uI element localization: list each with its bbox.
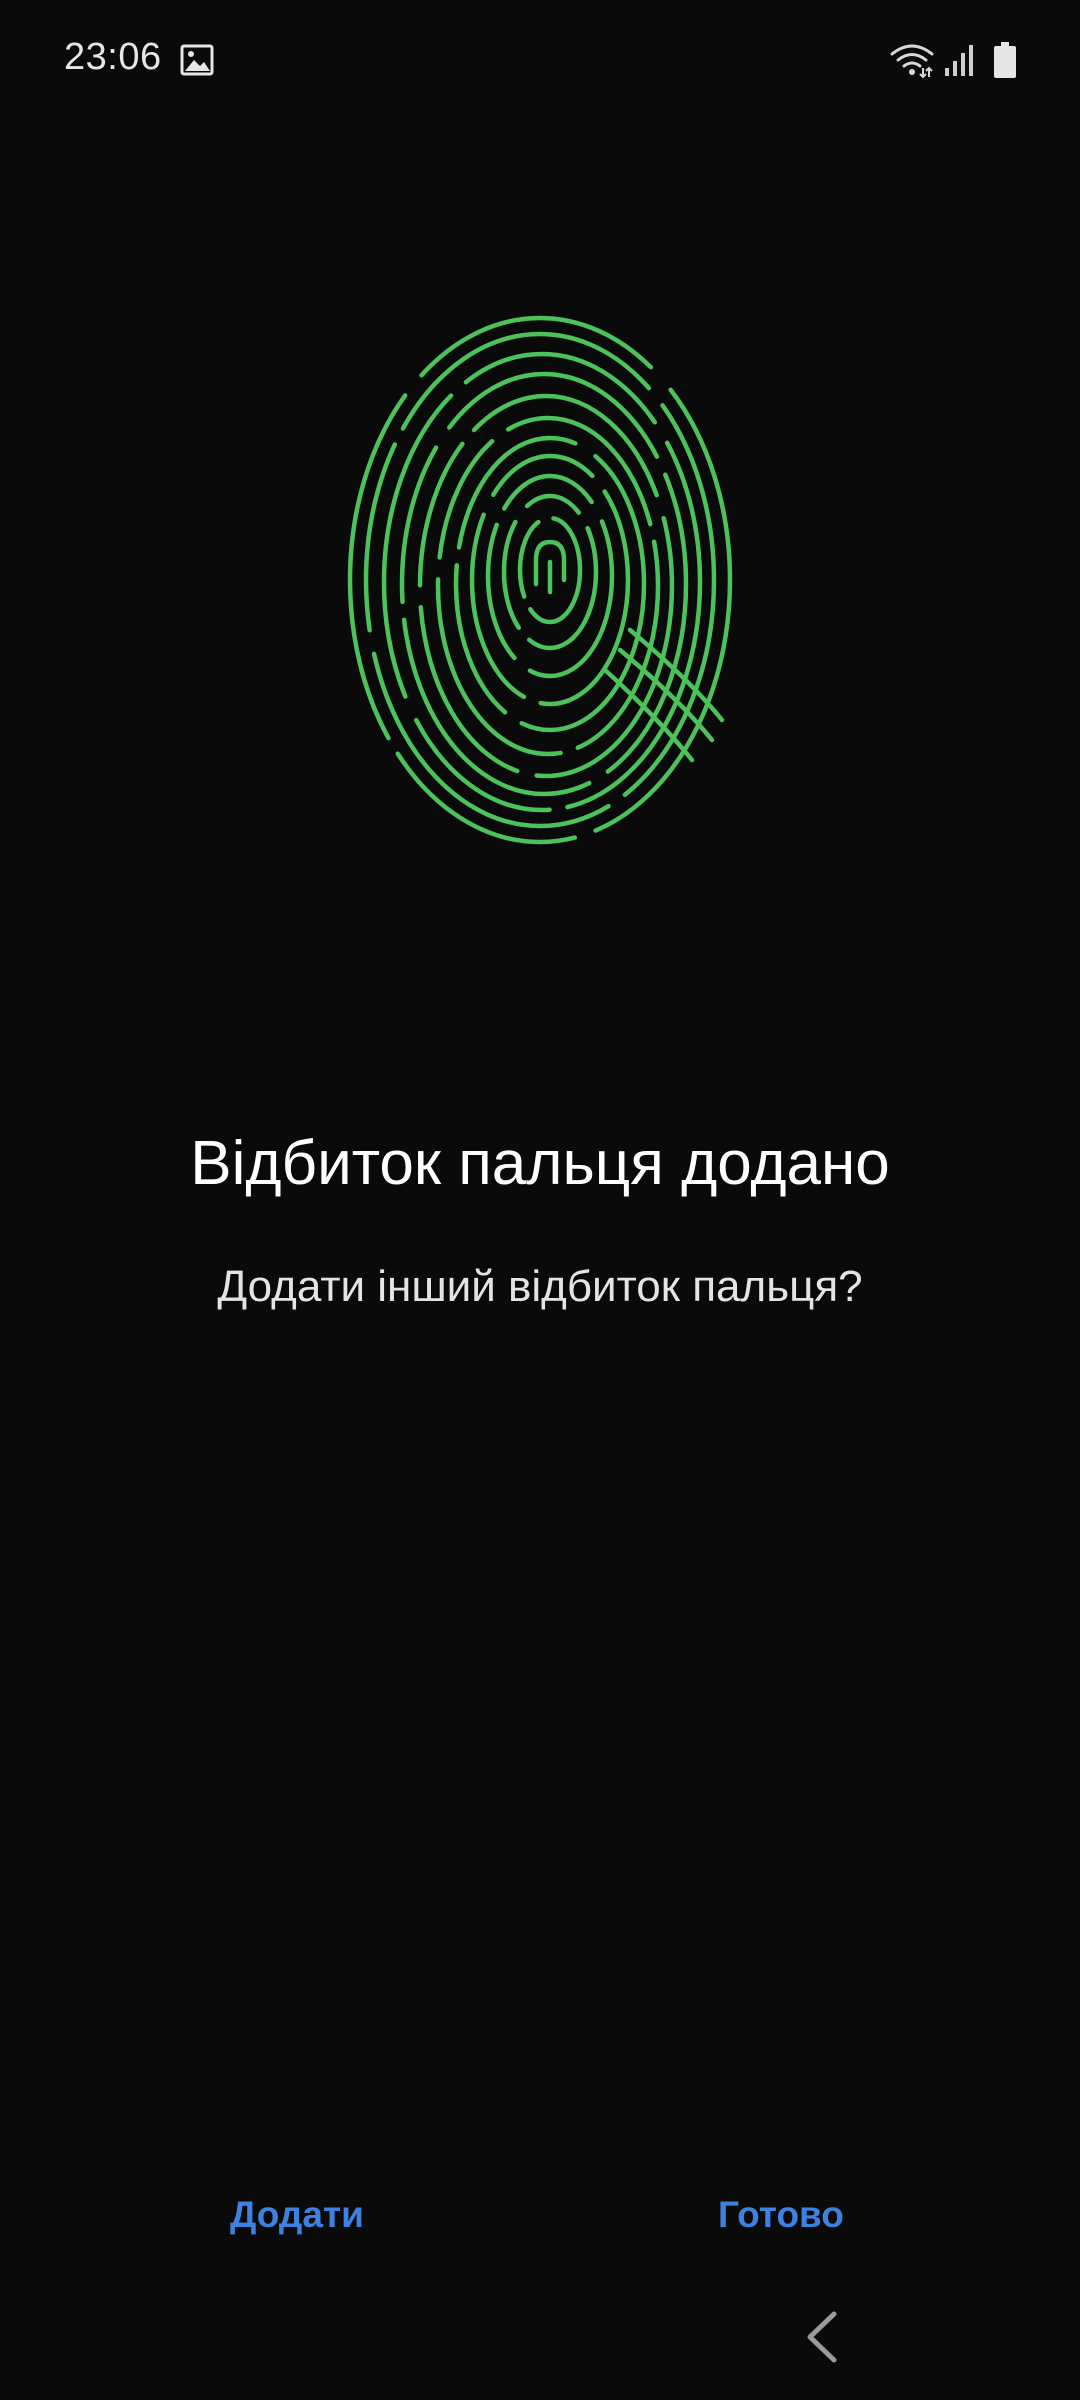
done-button[interactable]: Готово <box>688 2180 874 2250</box>
add-button[interactable]: Додати <box>200 2180 394 2250</box>
gallery-icon <box>180 44 214 76</box>
fingerprint-icon <box>347 315 733 845</box>
wifi-icon <box>890 44 934 78</box>
page-subtitle: Додати інший відбиток пальця? <box>217 1262 863 1311</box>
status-time: 23:06 <box>64 36 162 78</box>
page-title: Відбиток пальця додано <box>190 1129 890 1198</box>
fingerprint-added-screen: 23:06 Відбиток пальця додано Додати інши… <box>0 0 1080 2400</box>
battery-icon <box>994 42 1016 78</box>
chevron-left-icon[interactable] <box>802 2310 844 2364</box>
status-bar: 23:06 <box>0 0 1080 124</box>
signal-icon <box>945 45 973 76</box>
